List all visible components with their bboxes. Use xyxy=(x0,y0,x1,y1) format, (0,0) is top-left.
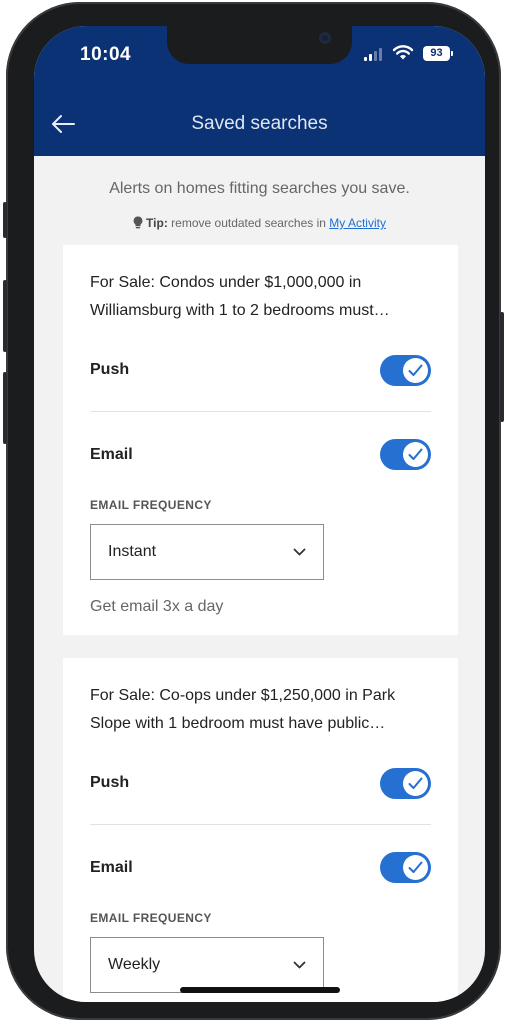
email-toggle[interactable] xyxy=(380,852,431,883)
email-frequency-label: EMAIL FREQUENCY xyxy=(90,911,212,925)
toggle-knob xyxy=(403,771,428,796)
check-icon xyxy=(408,777,423,789)
intro-text: Alerts on homes fitting searches you sav… xyxy=(109,180,410,197)
action-button xyxy=(3,202,7,238)
wifi-icon xyxy=(392,45,414,60)
tip-label: Tip: xyxy=(146,216,168,230)
email-label: Email xyxy=(90,446,133,463)
page-title: Saved searches xyxy=(191,113,328,134)
select-value: Weekly xyxy=(108,956,161,973)
push-toggle[interactable] xyxy=(380,355,431,386)
toggle-knob xyxy=(403,358,428,383)
check-icon xyxy=(408,861,423,873)
push-toggle[interactable] xyxy=(380,768,431,799)
saved-search-card: For Sale: Condos under $1,000,000 in Wil… xyxy=(63,245,458,635)
chevron-down-icon xyxy=(293,961,306,969)
chevron-down-icon xyxy=(293,548,306,556)
lightbulb-icon xyxy=(133,216,143,229)
search-description: For Sale: Condos under $1,000,000 in Wil… xyxy=(90,274,390,319)
status-bar: 10:04 93 xyxy=(34,26,485,92)
email-toggle[interactable] xyxy=(380,439,431,470)
volume-up-button xyxy=(3,280,7,352)
battery-icon: 93 xyxy=(423,46,453,61)
signal-icon xyxy=(364,48,382,61)
push-label: Push xyxy=(90,361,130,378)
search-description: For Sale: Co-ops under $1,250,000 in Par… xyxy=(90,687,396,732)
divider xyxy=(90,411,431,412)
divider xyxy=(90,824,431,825)
screen: 10:04 93 Saved searches Alerts on homes … xyxy=(34,26,485,1002)
tip-line: Tip: remove outdated searches in My Acti… xyxy=(34,216,485,230)
dynamic-island xyxy=(167,26,352,64)
toggle-knob xyxy=(403,855,428,880)
saved-search-card: For Sale: Co-ops under $1,250,000 in Par… xyxy=(63,658,458,1002)
camera-icon xyxy=(319,32,331,44)
tip-text: remove outdated searches in xyxy=(171,216,326,230)
toggle-knob xyxy=(403,442,428,467)
email-frequency-helper: Get email 3x a day xyxy=(90,598,224,615)
power-button xyxy=(500,312,504,422)
email-frequency-select[interactable]: Weekly xyxy=(90,937,324,993)
home-indicator[interactable] xyxy=(180,987,340,993)
status-time: 10:04 xyxy=(80,44,132,65)
email-frequency-label: EMAIL FREQUENCY xyxy=(90,498,212,512)
check-icon xyxy=(408,448,423,460)
email-label: Email xyxy=(90,859,133,876)
push-label: Push xyxy=(90,774,130,791)
my-activity-link[interactable]: My Activity xyxy=(329,216,386,230)
email-frequency-select[interactable]: Instant xyxy=(90,524,324,580)
check-icon xyxy=(408,364,423,376)
phone-frame: 10:04 93 Saved searches Alerts on homes … xyxy=(3,2,504,1020)
volume-down-button xyxy=(3,372,7,444)
header-bar: Saved searches xyxy=(34,92,485,156)
select-value: Instant xyxy=(108,543,157,560)
